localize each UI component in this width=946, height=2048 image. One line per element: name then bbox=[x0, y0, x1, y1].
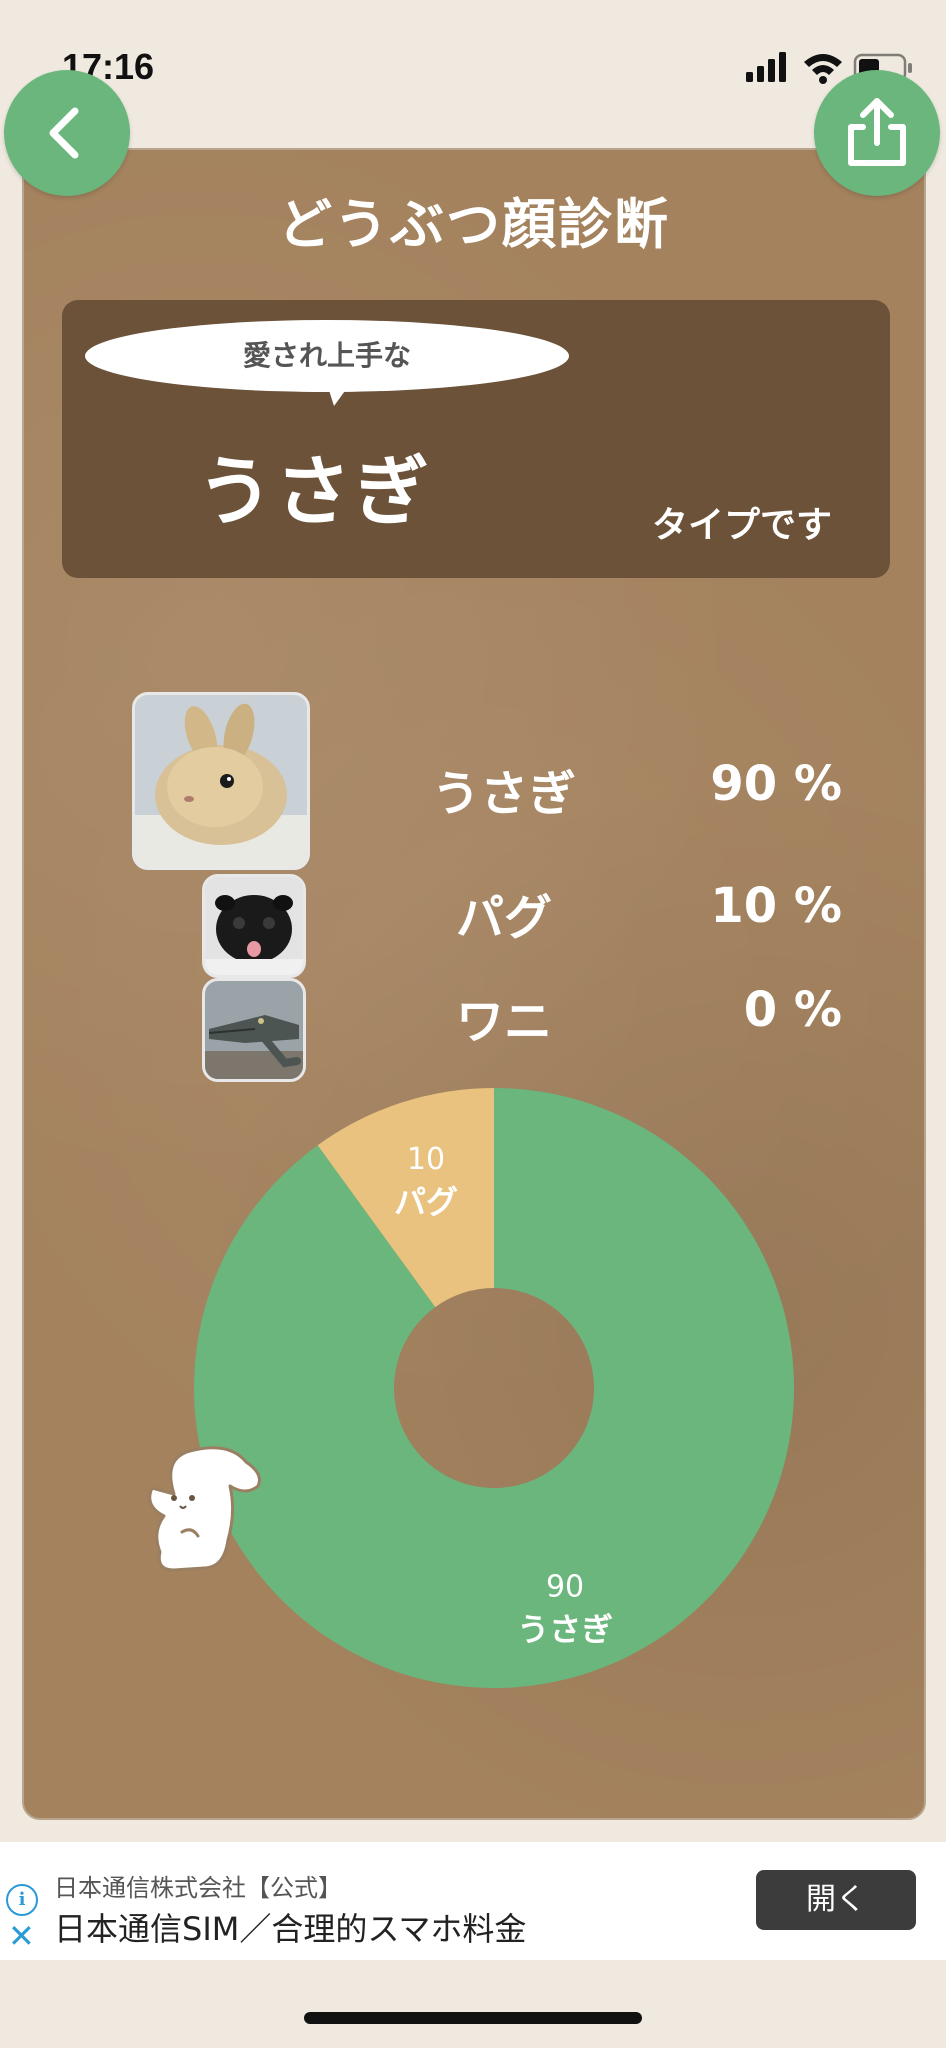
result-card: どうぶつ顔診断 愛され上手な うさぎ タイプです うさぎ 90 % パグ 10 … bbox=[22, 148, 926, 1820]
chevron-left-icon bbox=[49, 107, 79, 159]
ad-title[interactable]: 日本通信SIM／合理的スマホ料金 bbox=[54, 1904, 526, 1950]
rabbit-photo bbox=[132, 692, 310, 870]
row-name-crocodile: ワニ bbox=[455, 994, 552, 1050]
wifi-icon bbox=[804, 54, 842, 84]
ad-banner[interactable]: i ✕ 日本通信株式会社【公式】 日本通信SIM／合理的スマホ料金 開く bbox=[0, 1842, 946, 1960]
ad-open-button[interactable]: 開く bbox=[756, 1870, 916, 1930]
share-button[interactable] bbox=[814, 70, 940, 196]
home-indicator bbox=[304, 2012, 642, 2024]
back-button[interactable] bbox=[4, 70, 130, 196]
donut-chart: 90 うさぎ 10 パグ bbox=[193, 1088, 794, 1688]
close-icon[interactable]: ✕ bbox=[8, 1920, 35, 1952]
crocodile-photo bbox=[202, 978, 306, 1082]
signal-icon bbox=[746, 52, 786, 82]
donut-label-name-0: うさぎ bbox=[517, 1611, 613, 1649]
result-animal: うさぎ bbox=[197, 447, 431, 536]
row-percent-rabbit: 90 % bbox=[710, 756, 842, 812]
row-name-rabbit: うさぎ bbox=[431, 766, 576, 822]
row-percent-crocodile: 0 % bbox=[743, 982, 842, 1038]
pug-photo bbox=[202, 874, 306, 978]
info-icon[interactable]: i bbox=[6, 1884, 38, 1916]
result-box: 愛され上手な うさぎ タイプです bbox=[62, 300, 890, 578]
donut-label-name-1: パグ bbox=[394, 1183, 458, 1221]
page-title: どうぶつ顔診断 bbox=[278, 193, 670, 256]
row-name-pug: パグ bbox=[455, 890, 552, 946]
share-icon bbox=[848, 98, 906, 166]
rabbit-mascot bbox=[148, 1446, 261, 1572]
donut-label-value-0: 90 bbox=[546, 1570, 584, 1605]
ad-sponsor: 日本通信株式会社【公式】 bbox=[54, 1874, 342, 1902]
donut-label-value-1: 10 bbox=[407, 1142, 445, 1177]
row-percent-pug: 10 % bbox=[710, 878, 842, 934]
result-adjective: 愛され上手な bbox=[242, 339, 411, 372]
status-bar: 17:16 bbox=[0, 0, 946, 120]
result-suffix: タイプです bbox=[652, 505, 833, 546]
